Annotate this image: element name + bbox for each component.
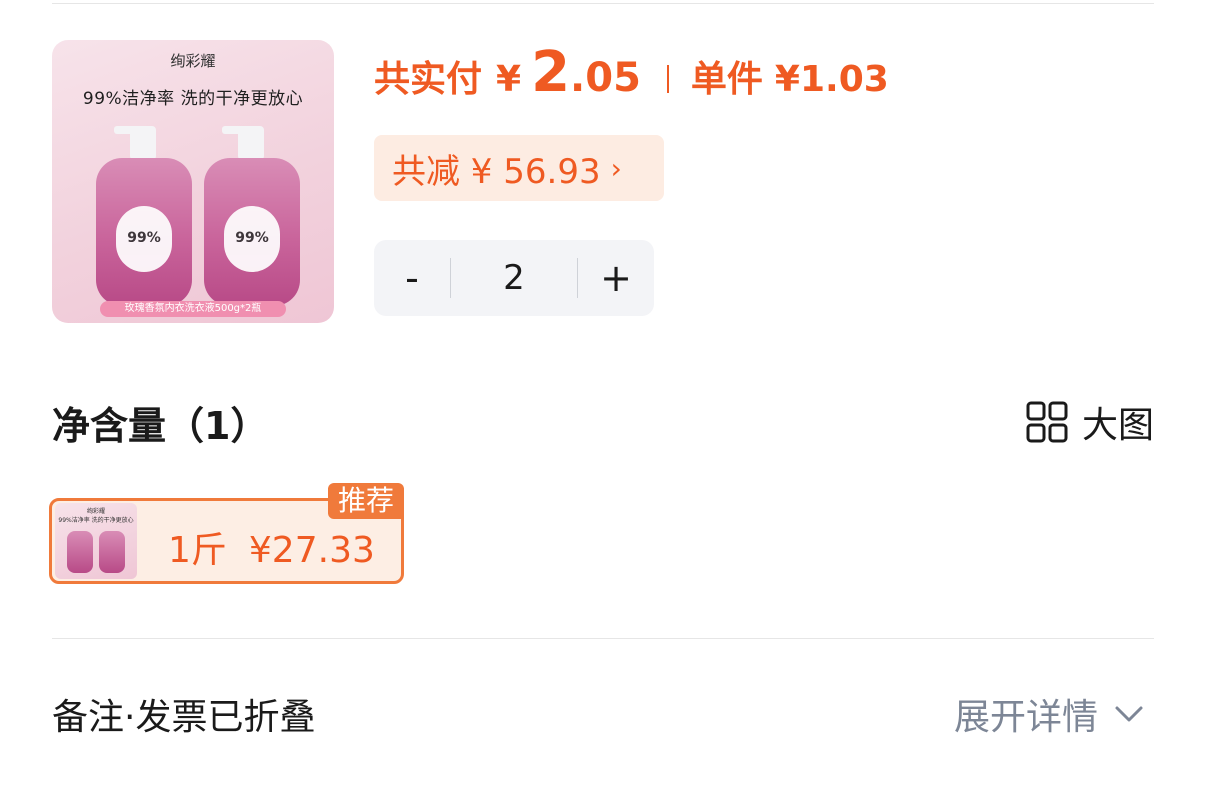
bottle-badge: 99%	[235, 230, 269, 246]
total-pay-integer: 2	[531, 40, 571, 105]
product-image-slogan: 99%洁净率 洗的干净更放心	[82, 89, 304, 109]
big-view-label: 大图	[1081, 405, 1154, 446]
chevron-right-icon: ›	[610, 151, 622, 185]
bottle-badge: 99%	[127, 230, 161, 246]
price-separator	[666, 65, 669, 93]
total-pay-decimal: .05	[570, 55, 641, 101]
unit-price-label: 单件	[690, 59, 763, 100]
section-divider	[52, 638, 1154, 639]
expand-details-button[interactable]: 展开详情	[954, 688, 1144, 740]
spec-price: ¥27.33	[248, 530, 375, 571]
spec-size: 1斤	[168, 530, 227, 571]
total-pay-label: 共实付	[374, 59, 483, 100]
increment-button[interactable]: +	[578, 256, 654, 300]
product-image-brand: 绚彩耀	[170, 52, 216, 70]
bottle-illustration: 99%	[96, 126, 192, 306]
discount-detail-button[interactable]: 共减 ¥ 56.93 ›	[374, 135, 664, 201]
top-divider	[52, 3, 1154, 4]
notes-invoice-label: 备注·发票已折叠	[52, 697, 316, 738]
quantity-value[interactable]: 2	[451, 258, 577, 298]
decrement-button[interactable]: -	[374, 256, 450, 300]
spec-section-title: 净含量（1）	[52, 404, 269, 448]
discount-label: 共减 ¥ 56.93	[392, 151, 601, 192]
spec-option-text: 1斤 ¥27.33	[168, 521, 375, 573]
unit-price: ¥1.03	[774, 59, 889, 100]
spec-thumbnail-brand: 绚彩耀	[86, 508, 105, 515]
big-view-button[interactable]: 大图	[1026, 396, 1154, 448]
spec-option[interactable]: 绚彩耀 99%洁净率 洗的干净更放心 1斤 ¥27.33 推荐	[49, 483, 404, 584]
expand-details-label: 展开详情	[953, 697, 1098, 738]
product-image-footer: 玫瑰香氛内衣洗衣液500g*2瓶	[100, 301, 286, 317]
price-line: 共实付 ¥ 2 .05 单件 ¥1.03	[374, 40, 889, 120]
currency-symbol: ¥	[496, 59, 522, 100]
quantity-stepper: - 2 +	[374, 240, 654, 316]
recommend-badge: 推荐	[327, 483, 404, 519]
product-image[interactable]: 绚彩耀 99%洁净率 洗的干净更放心 99% 99% 玫瑰香氛内衣洗衣液500g…	[52, 40, 334, 323]
chevron-down-icon	[1115, 706, 1143, 722]
spec-thumbnail-slogan: 99%洁净率 洗的干净更放心	[58, 517, 134, 524]
spec-thumbnail: 绚彩耀 99%洁净率 洗的干净更放心	[55, 503, 137, 579]
bottle-illustration: 99%	[204, 126, 300, 306]
grid-icon	[1026, 401, 1068, 443]
